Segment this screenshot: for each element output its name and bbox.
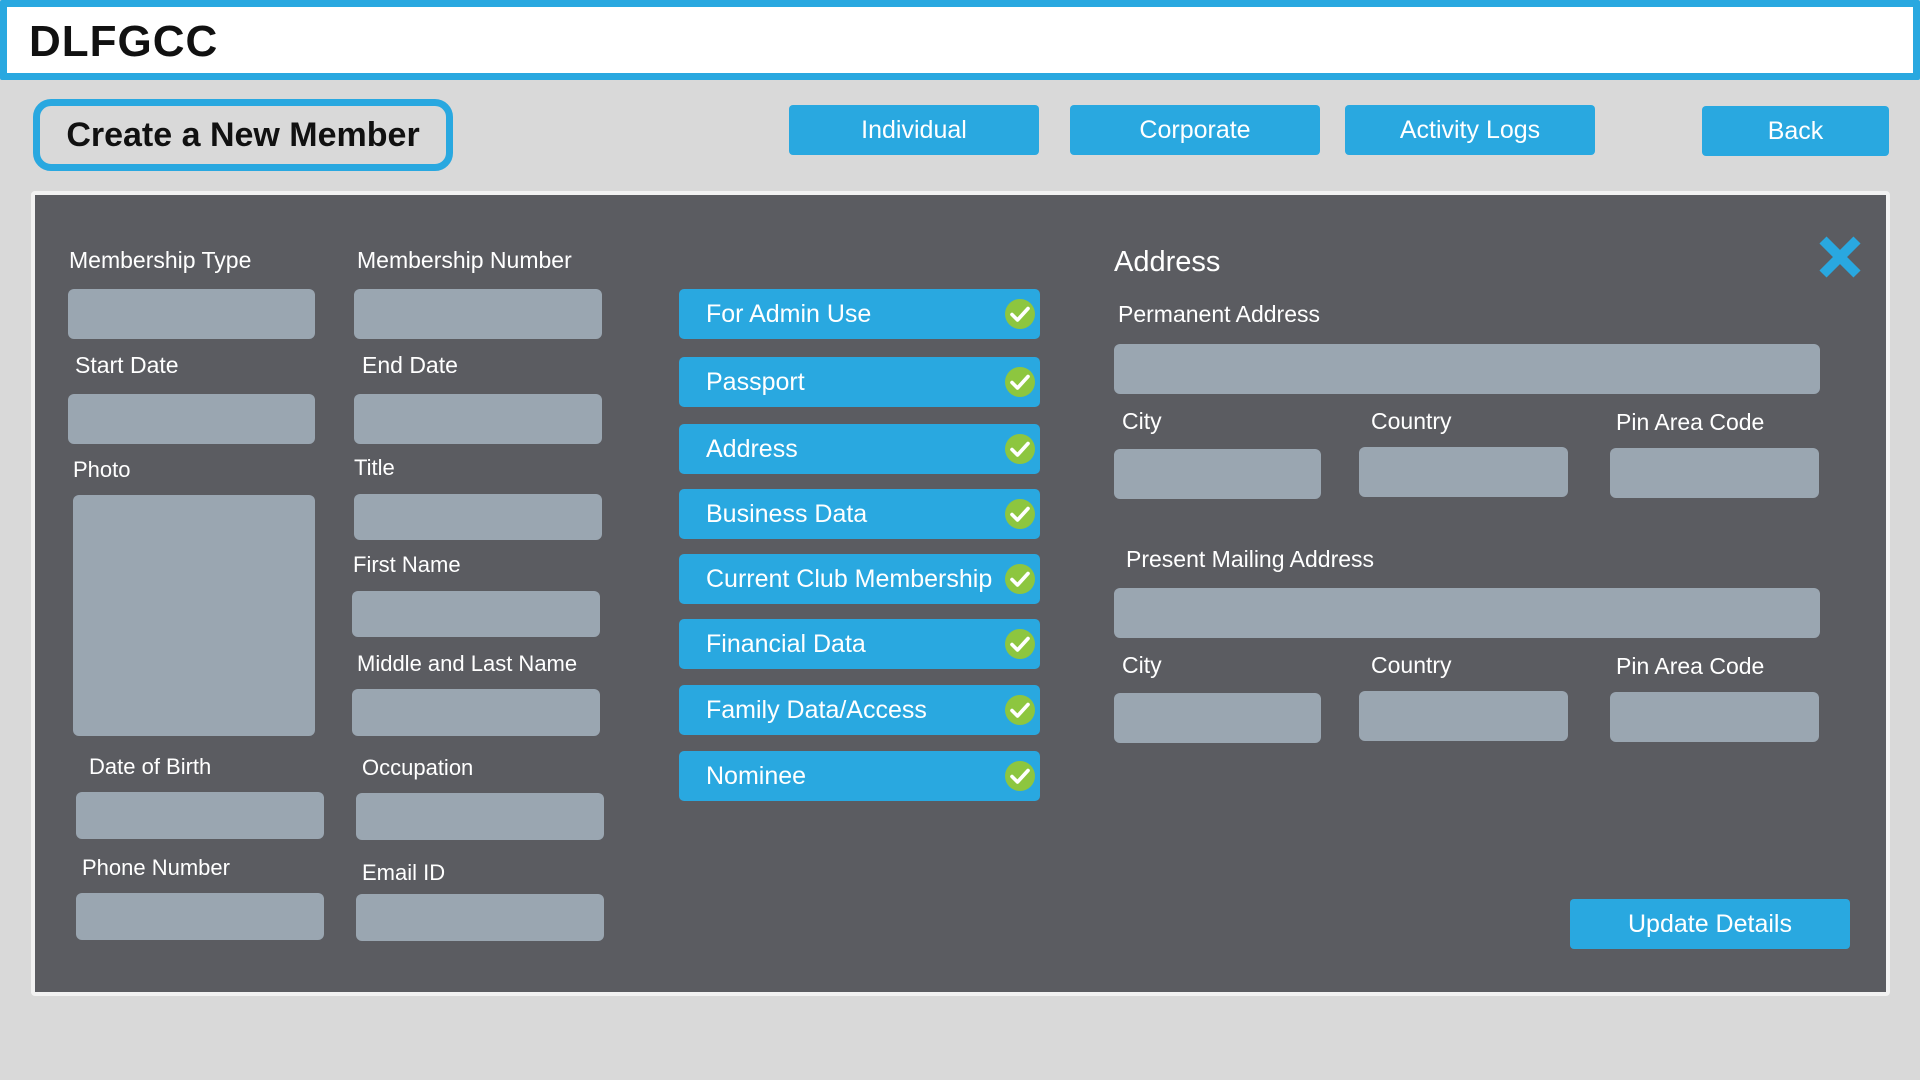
membership-number-label: Membership Number <box>357 247 572 273</box>
section-label: For Admin Use <box>706 299 872 328</box>
check-icon <box>1005 434 1035 464</box>
present-pin-label: Pin Area Code <box>1616 653 1765 679</box>
section-nominee[interactable]: Nominee <box>679 751 1040 801</box>
section-label: Financial Data <box>706 629 866 658</box>
middle-last-name-label: Middle and Last Name <box>357 651 578 676</box>
section-business-data[interactable]: Business Data <box>679 489 1040 539</box>
permanent-country-field[interactable] <box>1359 447 1568 497</box>
back-button[interactable]: Back <box>1702 106 1889 156</box>
update-details-button[interactable]: Update Details <box>1570 899 1850 949</box>
start-date-field[interactable] <box>68 394 315 444</box>
permanent-city-label: City <box>1122 408 1162 434</box>
email-id-label: Email ID <box>362 860 446 885</box>
email-id-field[interactable] <box>356 894 604 941</box>
corporate-button[interactable]: Corporate <box>1070 105 1320 155</box>
phone-number-label: Phone Number <box>82 855 230 880</box>
permanent-address-label: Permanent Address <box>1118 301 1321 327</box>
section-passport[interactable]: Passport <box>679 357 1040 407</box>
date-of-birth-field[interactable] <box>76 792 324 839</box>
phone-number-field[interactable] <box>76 893 324 940</box>
section-address[interactable]: Address <box>679 424 1040 474</box>
permanent-country-label: Country <box>1371 408 1452 434</box>
check-icon <box>1005 299 1035 329</box>
permanent-address-field[interactable] <box>1114 344 1820 394</box>
section-label: Business Data <box>706 499 868 528</box>
close-icon[interactable] <box>1818 235 1862 279</box>
section-financial-data[interactable]: Financial Data <box>679 619 1040 669</box>
section-label: Nominee <box>706 761 807 790</box>
check-icon <box>1005 695 1035 725</box>
section-for-admin-use[interactable]: For Admin Use <box>679 289 1040 339</box>
page-title: Create a New Member <box>47 112 439 158</box>
membership-number-field[interactable] <box>354 289 602 339</box>
end-date-label: End Date <box>362 352 458 378</box>
member-form-panel: Membership Type Membership Number Start … <box>31 191 1890 996</box>
check-icon <box>1005 367 1035 397</box>
check-icon <box>1005 761 1035 791</box>
page-title-container: Create a New Member <box>33 99 453 171</box>
title-field[interactable] <box>354 494 602 540</box>
middle-last-name-field[interactable] <box>352 689 600 736</box>
section-label: Address <box>706 434 798 463</box>
section-label: Family Data/Access <box>706 695 927 724</box>
present-address-label: Present Mailing Address <box>1126 546 1375 572</box>
check-icon <box>1005 629 1035 659</box>
section-family-data-access[interactable]: Family Data/Access <box>679 685 1040 735</box>
permanent-city-field[interactable] <box>1114 449 1321 499</box>
photo-label: Photo <box>73 457 131 482</box>
present-address-field[interactable] <box>1114 588 1820 638</box>
membership-type-field[interactable] <box>68 289 315 339</box>
occupation-field[interactable] <box>356 793 604 840</box>
photo-upload[interactable] <box>73 495 315 736</box>
title-label: Title <box>354 455 395 480</box>
present-country-label: Country <box>1371 652 1452 678</box>
end-date-field[interactable] <box>354 394 602 444</box>
date-of-birth-label: Date of Birth <box>89 754 212 779</box>
address-heading: Address <box>1114 246 1221 278</box>
present-city-field[interactable] <box>1114 693 1321 743</box>
permanent-pin-label: Pin Area Code <box>1616 409 1765 435</box>
individual-button[interactable]: Individual <box>789 105 1039 155</box>
top-bar: DLFGCC <box>0 0 1920 80</box>
activity-logs-button[interactable]: Activity Logs <box>1345 105 1595 155</box>
first-name-label: First Name <box>353 552 461 577</box>
check-icon <box>1005 499 1035 529</box>
membership-type-label: Membership Type <box>69 247 252 273</box>
start-date-label: Start Date <box>75 352 179 378</box>
section-label: Passport <box>706 367 805 396</box>
permanent-pin-field[interactable] <box>1610 448 1819 498</box>
app-brand: DLFGCC <box>29 17 219 66</box>
present-pin-field[interactable] <box>1610 692 1819 742</box>
present-country-field[interactable] <box>1359 691 1568 741</box>
present-city-label: City <box>1122 652 1162 678</box>
first-name-field[interactable] <box>352 591 600 637</box>
section-current-club-membership[interactable]: Current Club Membership <box>679 554 1040 604</box>
check-icon <box>1005 564 1035 594</box>
occupation-label: Occupation <box>362 755 474 780</box>
section-label: Current Club Membership <box>706 564 993 593</box>
